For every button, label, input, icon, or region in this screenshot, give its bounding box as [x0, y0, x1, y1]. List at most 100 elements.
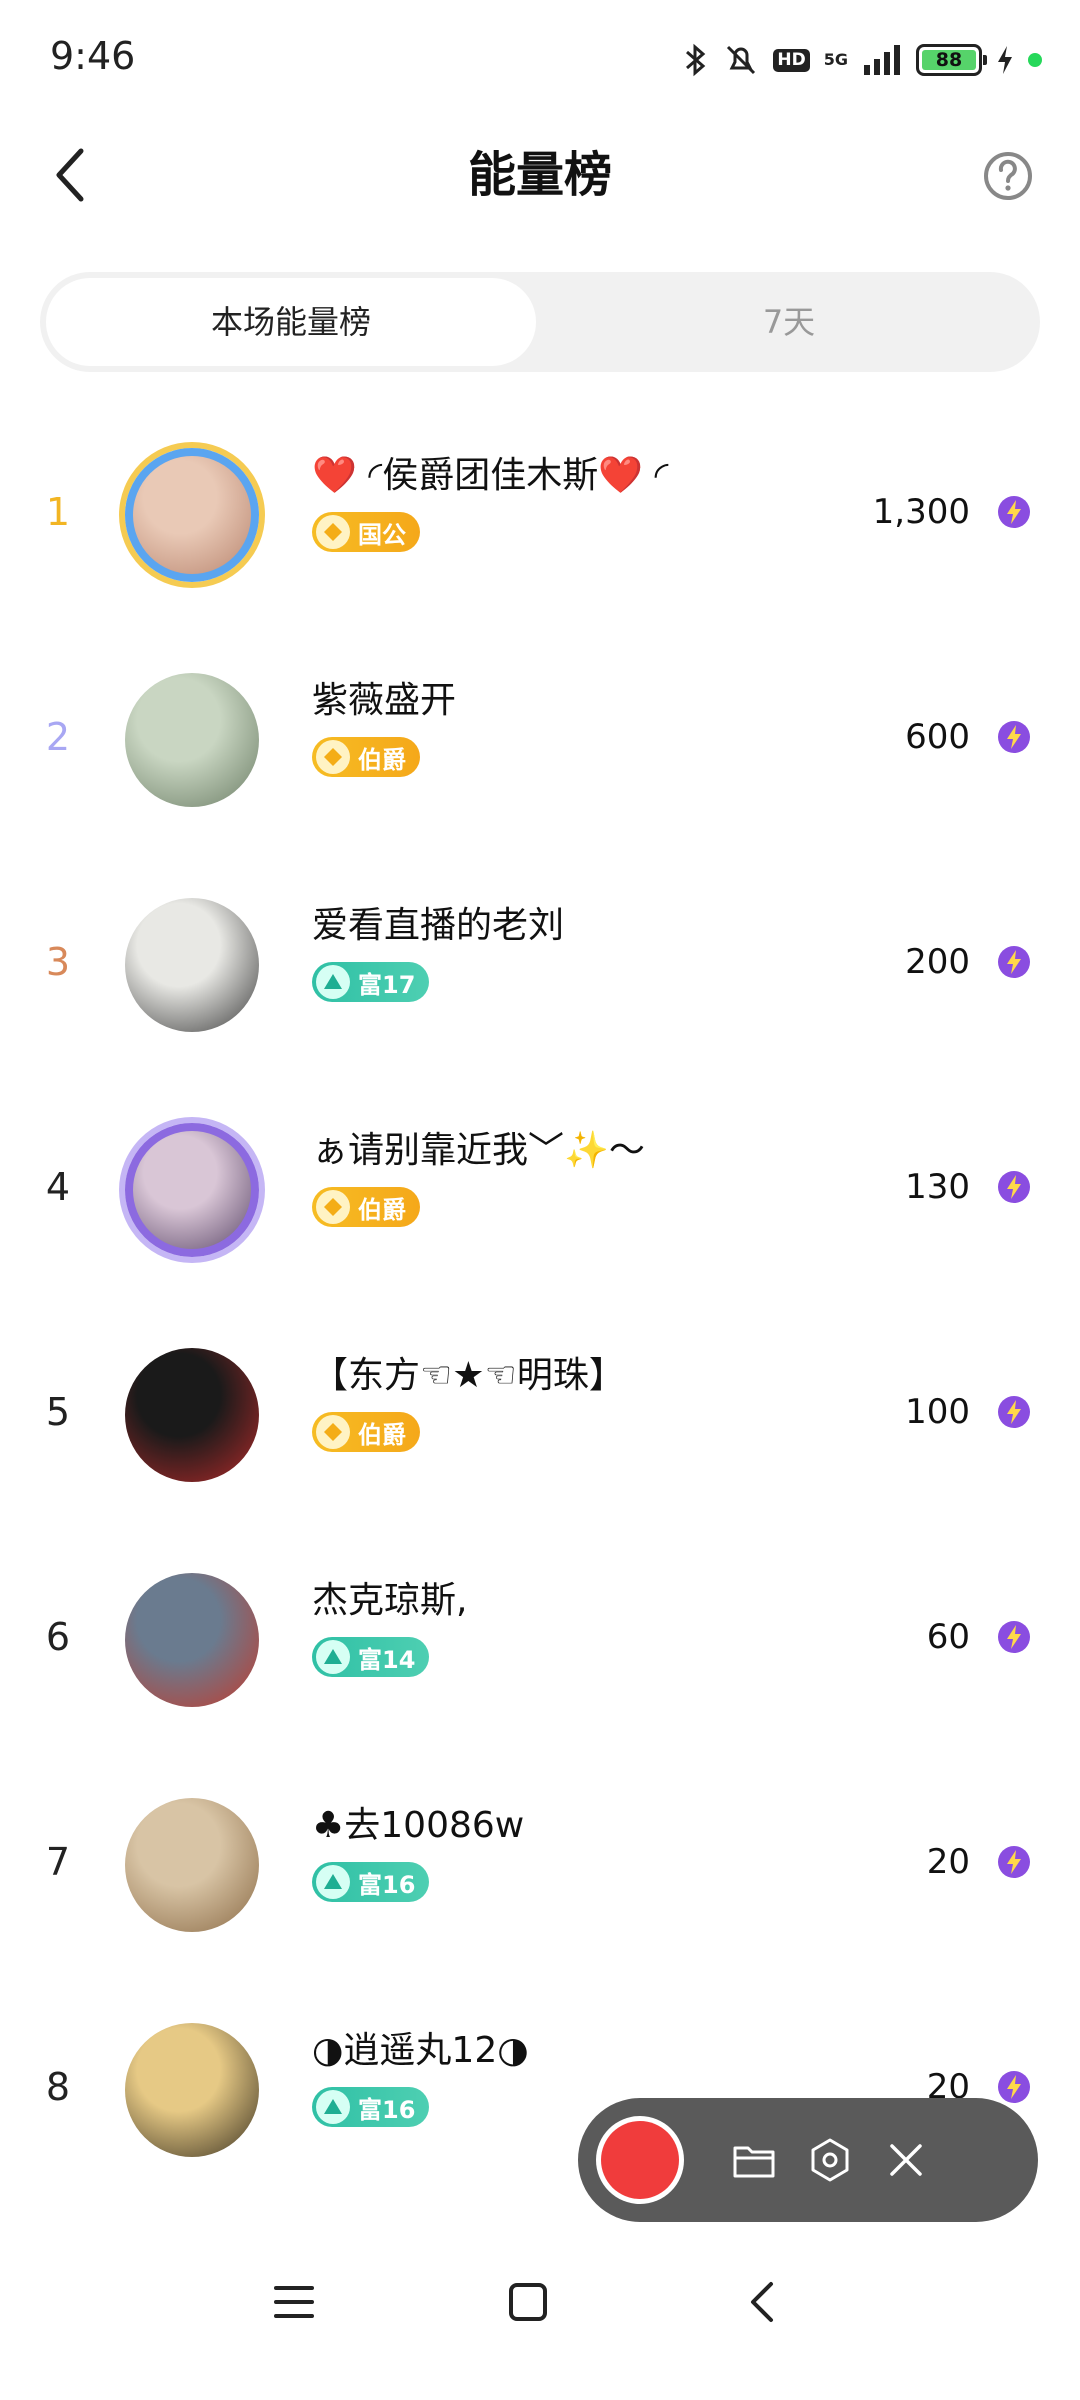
- page-title: 能量榜: [467, 147, 612, 203]
- badge-label: 伯爵: [358, 1195, 406, 1224]
- avatar: [125, 673, 259, 807]
- help-button[interactable]: [976, 144, 1040, 208]
- header: 能量榜: [0, 110, 1080, 240]
- energy-score: 600: [905, 717, 970, 757]
- wealth-level-badge: 富16: [312, 1862, 430, 1902]
- charging-icon: [998, 46, 1012, 74]
- noble-badge: 伯爵: [312, 1187, 420, 1227]
- hd-badge: HD: [773, 48, 810, 72]
- energy-score: 20: [926, 1842, 970, 1882]
- lightning-icon: [996, 1619, 1032, 1655]
- avatar-frame[interactable]: [112, 2015, 272, 2165]
- energy-score: 200: [905, 942, 970, 982]
- rank-number: 1: [45, 490, 71, 534]
- tab-current-session[interactable]: 本场能量榜: [46, 278, 536, 366]
- system-nav-bar: [0, 2220, 1080, 2400]
- avatar: [125, 898, 259, 1032]
- ranking-row[interactable]: 5 【东方☜★☜明珠】 伯爵 100: [0, 1300, 1080, 1525]
- network-type: 5G: [823, 50, 848, 69]
- energy-score: 60: [926, 1617, 970, 1657]
- triangle-badge-icon: [316, 1865, 350, 1899]
- badge-label: 富14: [358, 1645, 416, 1674]
- folder-button[interactable]: [730, 2136, 778, 2184]
- avatar-frame[interactable]: [112, 1565, 272, 1715]
- badge-label: 伯爵: [358, 745, 406, 774]
- back-triangle-icon: [751, 2282, 773, 2322]
- diamond-badge-icon: [316, 515, 350, 549]
- lightning-icon: [996, 2069, 1032, 2105]
- avatar: [125, 1573, 259, 1707]
- triangle-badge-icon: [316, 965, 350, 999]
- battery-icon: 88: [916, 44, 987, 76]
- lightning-icon: [996, 494, 1032, 530]
- avatar-frame[interactable]: [112, 665, 272, 815]
- wealth-level-badge: 富16: [312, 2087, 430, 2127]
- user-name: ♣去10086w: [312, 1805, 525, 1846]
- lightning-icon: [996, 944, 1032, 980]
- avatar: [125, 1348, 259, 1482]
- nav-home-button[interactable]: [488, 2262, 568, 2342]
- bluetooth-icon: [686, 43, 706, 77]
- status-bar: 9:46 HD 5G 88: [0, 0, 1080, 110]
- badge-label: 富16: [358, 2095, 416, 2124]
- rank-number: 8: [45, 2065, 71, 2109]
- diamond-badge-icon: [316, 1415, 350, 1449]
- user-name: 爱看直播的老刘: [312, 905, 565, 946]
- settings-hex-icon: [811, 2138, 849, 2182]
- privacy-dot: [1028, 53, 1042, 67]
- wealth-level-badge: 富14: [312, 1637, 430, 1677]
- ranking-row[interactable]: 2 紫薇盛开伯爵 600: [0, 625, 1080, 850]
- status-icons: HD 5G 88: [683, 38, 1042, 82]
- user-name: ぁ请别靠近我﹀✨～: [312, 1130, 645, 1171]
- noble-badge: 国公: [312, 512, 420, 552]
- ranking-row[interactable]: 1 ❤️ ◜侯爵团佳木斯❤️ ◜ 国公 1,300: [0, 400, 1080, 625]
- lightning-icon: [996, 1169, 1032, 1205]
- badge-label: 国公: [358, 520, 406, 549]
- ranking-row[interactable]: 6 杰克琼斯, 富14 60: [0, 1525, 1080, 1750]
- ranking-row[interactable]: 3 爱看直播的老刘 富17 200: [0, 850, 1080, 1075]
- menu-icon: [274, 2286, 314, 2318]
- rank-number: 7: [45, 1840, 71, 1884]
- question-circle-icon: [984, 152, 1032, 200]
- avatar-frame[interactable]: [112, 1115, 272, 1265]
- avatar-frame[interactable]: [112, 1340, 272, 1490]
- rank-number: 5: [45, 1390, 71, 1434]
- close-icon: [890, 2144, 922, 2176]
- folder-icon: [733, 2146, 775, 2178]
- avatar-frame[interactable]: [112, 440, 272, 590]
- avatar: [125, 448, 259, 582]
- lightning-icon: [996, 719, 1032, 755]
- user-name: ◑逍遥丸12◑: [312, 2030, 529, 2071]
- rank-number: 3: [45, 940, 71, 984]
- lightning-icon: [996, 1394, 1032, 1430]
- user-name: 紫薇盛开: [312, 680, 457, 721]
- recorder-close-button[interactable]: [882, 2136, 930, 2184]
- avatar: [125, 1798, 259, 1932]
- lightning-icon: [996, 1844, 1032, 1880]
- record-button[interactable]: [596, 2116, 684, 2204]
- triangle-badge-icon: [316, 1640, 350, 1674]
- record-icon: [601, 2121, 679, 2199]
- user-name: 杰克琼斯,: [312, 1580, 468, 1621]
- nav-menu-button[interactable]: [254, 2262, 334, 2342]
- signal-icon: [864, 45, 900, 75]
- avatar-frame[interactable]: [112, 890, 272, 1040]
- home-square-icon: [509, 2283, 547, 2321]
- user-name: 【东方☜★☜明珠】: [312, 1355, 625, 1396]
- wealth-level-badge: 富17: [312, 962, 430, 1002]
- recorder-settings-button[interactable]: [806, 2136, 854, 2184]
- ranking-row[interactable]: 7 ♣去10086w 富16 20: [0, 1750, 1080, 1975]
- rank-number: 6: [45, 1615, 71, 1659]
- diamond-badge-icon: [316, 1190, 350, 1224]
- energy-score: 130: [905, 1167, 970, 1207]
- rank-number: 2: [45, 715, 71, 759]
- avatar: [125, 1123, 259, 1257]
- nav-back-button[interactable]: [722, 2262, 802, 2342]
- tab-7-days[interactable]: 7天: [544, 278, 1034, 366]
- status-time: 9:46: [50, 34, 136, 78]
- mute-bell-icon: [727, 45, 756, 75]
- avatar-frame[interactable]: [112, 1790, 272, 1940]
- avatar: [125, 2023, 259, 2157]
- screen-recorder-panel: [578, 2098, 1038, 2222]
- ranking-row[interactable]: 4 ぁ请别靠近我﹀✨～ 伯爵 130: [0, 1075, 1080, 1300]
